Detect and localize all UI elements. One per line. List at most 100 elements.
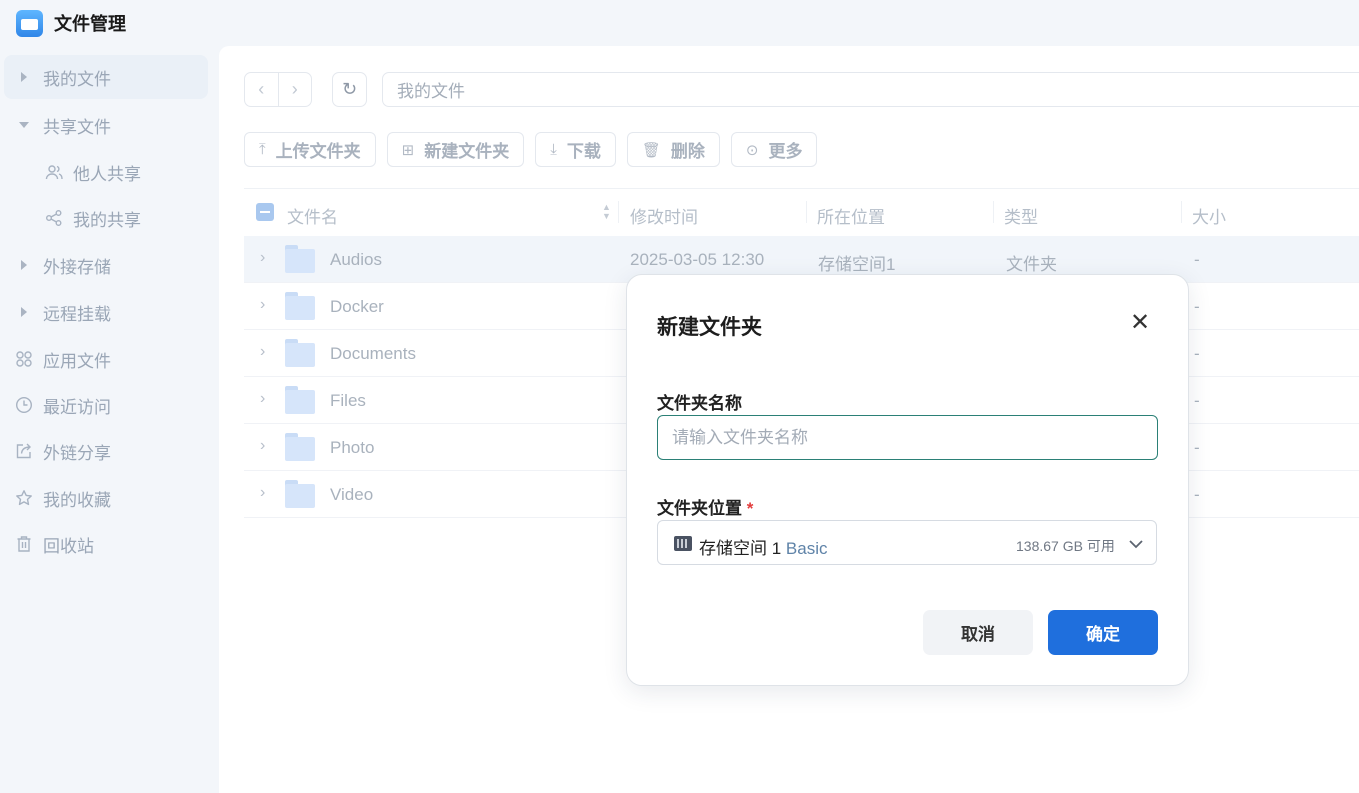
users-icon	[44, 163, 64, 181]
storage-icon	[674, 536, 692, 551]
sidebar-item-label: 外接存储	[43, 257, 111, 277]
title-bar: 文件管理	[0, 0, 1359, 46]
toolbar: ⤒ 上传文件夹 ⊞ 新建文件夹 ⤓ 下载 🗑︎ 删除 ⊙ 更多	[244, 132, 818, 167]
location-tag: Basic	[785, 539, 828, 558]
confirm-button[interactable]: 确定	[1048, 610, 1158, 655]
sidebar-item-label: 我的收藏	[43, 490, 111, 510]
delete-label: 删除	[670, 142, 705, 161]
back-button[interactable]: ‹	[245, 73, 278, 106]
sidebar-item-label: 我的文件	[43, 69, 111, 89]
column-divider[interactable]	[618, 201, 619, 223]
chevron-right-icon: ›	[291, 79, 298, 99]
sidebar-item-trash[interactable]: 回收站	[4, 522, 208, 566]
column-divider[interactable]	[806, 201, 807, 223]
sidebar-item-shared-files[interactable]: 共享文件	[4, 103, 208, 147]
dialog-title: 新建文件夹	[657, 316, 762, 339]
forward-button[interactable]: ›	[277, 73, 312, 106]
column-header-modified[interactable]: 修改时间	[630, 203, 698, 228]
chevron-right-icon[interactable]: ›	[260, 296, 265, 314]
sidebar-item-recent[interactable]: 最近访问	[4, 383, 208, 427]
grid-icon	[14, 350, 34, 368]
folder-app-icon	[16, 9, 43, 37]
table-header: 文件名 ▲ ▼ 修改时间 所在位置 类型 大小	[244, 188, 1359, 236]
folder-location-select[interactable]: 存储空间 1 Basic 138.67 GB 可用	[657, 520, 1157, 565]
sidebar-item-link-share[interactable]: 外链分享	[4, 429, 208, 473]
folder-icon	[285, 292, 315, 320]
new-folder-dialog: 新建文件夹 ✕ 文件夹名称 文件夹位置 * 存储空间 1 Basic 138.6…	[626, 274, 1189, 686]
file-name: Audios	[330, 250, 382, 269]
sidebar-item-my-files[interactable]: 我的文件	[4, 55, 208, 99]
delete-button[interactable]: 🗑︎ 删除	[626, 132, 720, 167]
refresh-button[interactable]: ↻	[332, 72, 367, 107]
location-name: 存储空间 1	[699, 539, 782, 558]
location-value: 存储空间 1 Basic	[699, 534, 828, 559]
chevron-right-icon[interactable]: ›	[260, 390, 265, 408]
size: -	[1194, 297, 1200, 316]
sidebar-item-label: 他人共享	[73, 164, 141, 184]
select-all-checkbox[interactable]	[256, 203, 274, 221]
star-icon	[14, 489, 34, 507]
folder-name-label: 文件夹名称	[657, 394, 742, 413]
available-space: 138.67 GB 可用	[1016, 538, 1115, 554]
upload-folder-label: 上传文件夹	[275, 142, 361, 161]
file-name: Photo	[330, 438, 375, 457]
folder-location-label: 文件夹位置 *	[657, 494, 753, 519]
upload-folder-button[interactable]: ⤒ 上传文件夹	[244, 132, 376, 167]
type: 文件夹	[1006, 255, 1057, 274]
sidebar-item-my-shares[interactable]: 我的共享	[4, 196, 208, 240]
chevron-right-icon[interactable]: ›	[260, 343, 265, 361]
caret-right-icon	[14, 307, 34, 317]
nav-buttons: ‹ ›	[244, 72, 312, 107]
folder-icon	[285, 480, 315, 508]
app-title: 文件管理	[54, 14, 126, 34]
chevron-right-icon[interactable]: ›	[260, 249, 265, 267]
sidebar-item-app-files[interactable]: 应用文件	[4, 337, 208, 381]
column-header-name[interactable]: 文件名	[287, 203, 338, 228]
more-button[interactable]: ⊙ 更多	[730, 132, 818, 167]
sidebar-item-label: 应用文件	[43, 351, 111, 371]
chevron-right-icon[interactable]: ›	[260, 484, 265, 502]
cancel-button[interactable]: 取消	[923, 610, 1033, 655]
column-divider[interactable]	[1181, 201, 1182, 223]
share-icon	[44, 209, 64, 227]
chevron-left-icon: ‹	[258, 79, 265, 99]
sidebar-item-label: 外链分享	[43, 443, 111, 463]
external-link-icon	[14, 442, 34, 460]
new-folder-label: 新建文件夹	[424, 142, 510, 161]
column-divider[interactable]	[993, 201, 994, 223]
more-label: 更多	[768, 142, 803, 161]
sidebar-item-shared-with-me[interactable]: 他人共享	[4, 150, 208, 194]
folder-name-input[interactable]	[657, 415, 1158, 460]
path-bar[interactable]: 我的文件	[382, 72, 1359, 107]
column-header-location[interactable]: 所在位置	[817, 203, 885, 228]
caret-down-icon	[14, 122, 34, 128]
size: -	[1194, 438, 1200, 457]
sidebar: 我的文件 共享文件 他人共享 我的共享 外接存储 远程挂载 应用文件 最近访问	[0, 46, 218, 793]
upload-icon: ⤒	[259, 141, 266, 158]
new-folder-button[interactable]: ⊞ 新建文件夹	[386, 132, 525, 167]
file-name: Docker	[330, 297, 384, 316]
folder-icon	[285, 433, 315, 461]
caret-right-icon	[14, 260, 34, 270]
clock-icon	[14, 396, 34, 414]
folder-icon	[285, 386, 315, 414]
more-icon: ⊙	[745, 141, 759, 159]
download-icon: ⤓	[550, 141, 557, 158]
chevron-down-icon[interactable]	[1128, 530, 1144, 558]
file-name: Files	[330, 391, 366, 410]
folder-icon	[285, 245, 315, 273]
column-header-size[interactable]: 大小	[1192, 203, 1226, 228]
refresh-icon: ↻	[341, 79, 358, 99]
new-folder-icon: ⊞	[401, 141, 415, 159]
download-button[interactable]: ⤓ 下载	[535, 132, 616, 167]
chevron-right-icon[interactable]: ›	[260, 437, 265, 455]
close-icon[interactable]: ✕	[1130, 311, 1150, 335]
sidebar-item-favorites[interactable]: 我的收藏	[4, 476, 208, 520]
modified-time: 2025-03-05 12:30	[630, 250, 765, 269]
sidebar-item-external-storage[interactable]: 外接存储	[4, 243, 208, 287]
sort-icon[interactable]: ▲ ▼	[602, 203, 611, 221]
trash-icon	[14, 535, 34, 553]
sidebar-item-remote-mount[interactable]: 远程挂载	[4, 290, 208, 334]
path-text: 我的文件	[397, 82, 465, 101]
column-header-type[interactable]: 类型	[1004, 203, 1038, 228]
